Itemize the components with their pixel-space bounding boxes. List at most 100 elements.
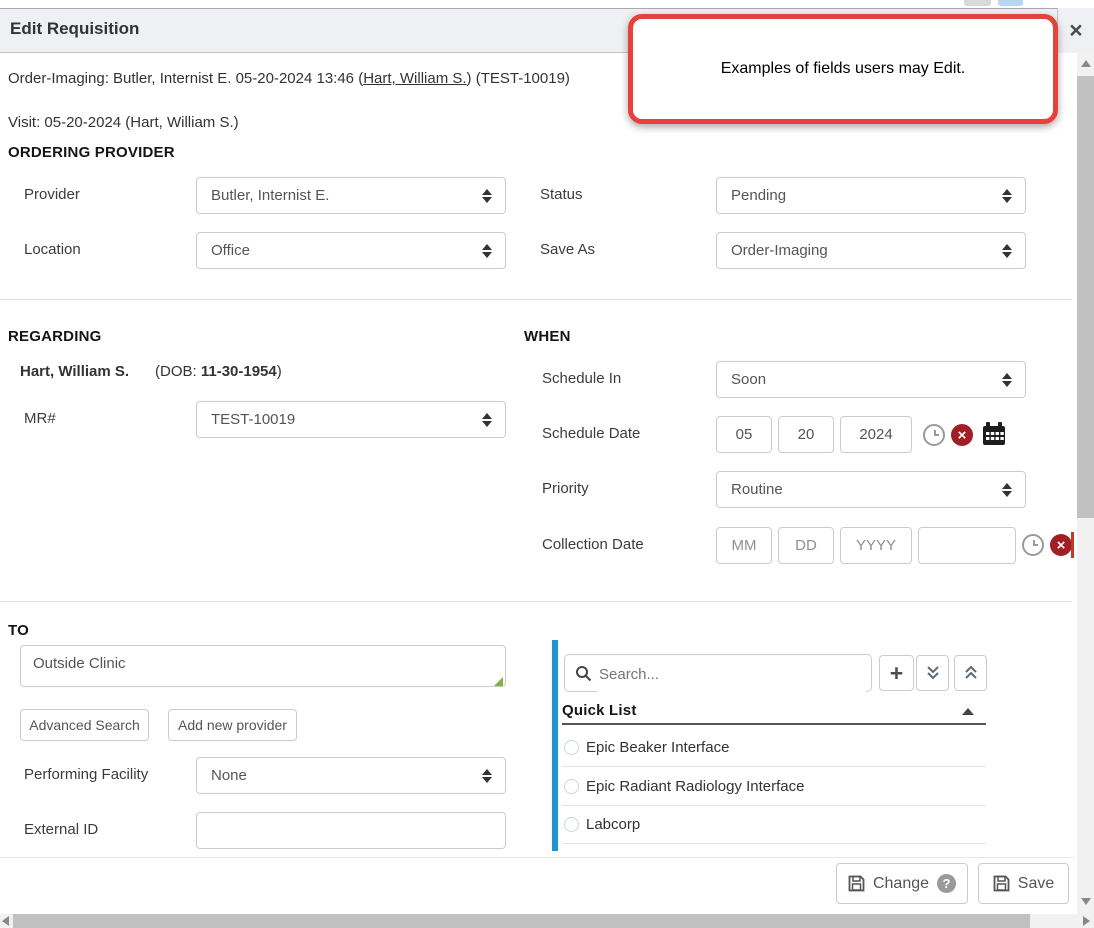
save-as-label: Save As — [540, 241, 595, 258]
section-divider — [0, 299, 1072, 300]
location-select[interactable]: Office — [196, 232, 506, 269]
collection-day-input[interactable] — [778, 527, 834, 564]
section-to: TO — [8, 622, 29, 639]
save-button[interactable]: Save — [978, 863, 1069, 904]
list-separator — [562, 805, 986, 806]
calendar-icon[interactable] — [981, 421, 1007, 447]
expand-all-button[interactable] — [916, 655, 949, 691]
change-label: Change — [873, 875, 929, 893]
patient-dob: (DOB: 11-30-1954) — [155, 363, 282, 380]
footer-divider — [0, 857, 1074, 858]
help-icon[interactable]: ? — [937, 874, 956, 893]
mr-select[interactable]: TEST-10019 — [196, 401, 506, 438]
visit-summary-line: Visit: 05-20-2024 (Hart, William S.) — [8, 114, 239, 131]
clock-icon[interactable] — [923, 424, 945, 446]
schedule-month-input[interactable] — [716, 416, 772, 453]
double-chevron-up-icon — [964, 665, 978, 681]
clear-date-icon[interactable]: × — [1050, 534, 1072, 556]
section-regarding: REGARDING — [8, 328, 101, 345]
add-new-provider-button[interactable]: Add new provider — [168, 709, 297, 741]
panel-accent-bar — [552, 640, 558, 851]
performing-facility-value: None — [211, 767, 247, 784]
schedule-in-select[interactable]: Soon — [716, 361, 1026, 398]
resize-grip-icon[interactable] — [494, 677, 503, 686]
quick-list-radio[interactable] — [564, 817, 579, 832]
external-id-label: External ID — [24, 821, 98, 838]
advanced-search-button[interactable]: Advanced Search — [20, 709, 149, 741]
scroll-down-icon[interactable] — [1081, 898, 1091, 905]
collection-month-input[interactable] — [716, 527, 772, 564]
scroll-up-icon[interactable] — [1081, 60, 1091, 67]
priority-value: Routine — [731, 481, 783, 498]
location-value: Office — [211, 242, 250, 259]
provider-label: Provider — [24, 186, 80, 203]
add-recipient-button[interactable]: + — [879, 655, 914, 691]
patient-name: Hart, William S. — [20, 363, 129, 380]
dialog-title: Edit Requisition — [10, 19, 139, 39]
provider-select[interactable]: Butler, Internist E. — [196, 177, 506, 214]
dob-prefix: (DOB: — [155, 363, 201, 380]
vertical-scrollbar-thumb[interactable] — [1077, 76, 1094, 518]
section-ordering-provider: ORDERING PROVIDER — [8, 144, 175, 161]
clock-icon[interactable] — [1022, 534, 1044, 556]
change-button[interactable]: Change ? — [836, 863, 968, 904]
quick-list-radio[interactable] — [564, 740, 579, 755]
collapse-all-button[interactable] — [954, 655, 987, 691]
save-as-value: Order-Imaging — [731, 242, 828, 259]
close-button[interactable]: × — [1057, 8, 1094, 53]
patient-link[interactable]: Hart, William S. — [363, 70, 466, 87]
priority-select[interactable]: Routine — [716, 471, 1026, 508]
clear-date-icon[interactable]: × — [951, 424, 973, 446]
background-button-partial-blue[interactable] — [998, 0, 1023, 6]
provider-value: Butler, Internist E. — [211, 187, 329, 204]
background-button-partial[interactable] — [964, 0, 991, 6]
save-disk-icon — [848, 875, 865, 892]
schedule-year-input[interactable] — [840, 416, 912, 453]
section-when: WHEN — [524, 328, 571, 345]
edit-requisition-dialog: Edit Requisition × Examples of fields us… — [0, 0, 1094, 928]
list-item[interactable]: Epic Radiant Radiology Interface — [586, 778, 804, 795]
priority-label: Priority — [542, 480, 589, 497]
close-icon: × — [1069, 19, 1082, 42]
plus-icon: + — [890, 660, 903, 687]
add-new-provider-label: Add new provider — [178, 717, 287, 733]
search-input[interactable] — [597, 656, 866, 692]
order-summary-prefix: Order-Imaging: Butler, Internist E. 05-2… — [8, 70, 363, 87]
save-as-select[interactable]: Order-Imaging — [716, 232, 1026, 269]
mr-value: TEST-10019 — [211, 411, 295, 428]
list-separator — [562, 843, 986, 844]
horizontal-scrollbar-thumb[interactable] — [13, 914, 1030, 928]
external-id-input[interactable] — [196, 812, 506, 849]
list-item[interactable]: Labcorp — [586, 816, 640, 833]
updown-icon — [482, 244, 492, 258]
performing-facility-select[interactable]: None — [196, 757, 506, 794]
status-select[interactable]: Pending — [716, 177, 1026, 214]
provider-search-box — [564, 654, 872, 692]
clipped-icon-sliver — [1071, 532, 1074, 558]
updown-icon — [482, 189, 492, 203]
order-summary-line: Order-Imaging: Butler, Internist E. 05-2… — [8, 70, 570, 87]
section-divider — [0, 601, 1072, 602]
list-item[interactable]: Epic Beaker Interface — [586, 739, 729, 756]
quick-list-underline — [562, 723, 986, 725]
dob-suffix: ) — [277, 363, 282, 380]
annotation-text: Examples of fields users may Edit. — [721, 60, 966, 78]
dob-value: 11-30-1954 — [201, 363, 277, 380]
list-separator — [562, 766, 986, 767]
schedule-date-label: Schedule Date — [542, 425, 640, 442]
schedule-in-value: Soon — [731, 371, 766, 388]
scroll-left-icon[interactable] — [2, 916, 9, 926]
collection-year-input[interactable] — [840, 527, 912, 564]
scroll-right-icon[interactable] — [1083, 916, 1090, 926]
quick-list-heading: Quick List — [562, 702, 637, 719]
collapse-section-icon[interactable] — [962, 708, 974, 715]
search-icon — [575, 665, 592, 682]
quick-list-radio[interactable] — [564, 779, 579, 794]
collection-time-input[interactable] — [918, 527, 1016, 564]
performing-facility-label: Performing Facility — [24, 766, 148, 783]
annotation-callout: Examples of fields users may Edit. — [628, 14, 1058, 124]
schedule-day-input[interactable] — [778, 416, 834, 453]
status-value: Pending — [731, 187, 786, 204]
advanced-search-label: Advanced Search — [29, 717, 140, 733]
recipient-textarea[interactable]: Outside Clinic — [20, 645, 506, 687]
